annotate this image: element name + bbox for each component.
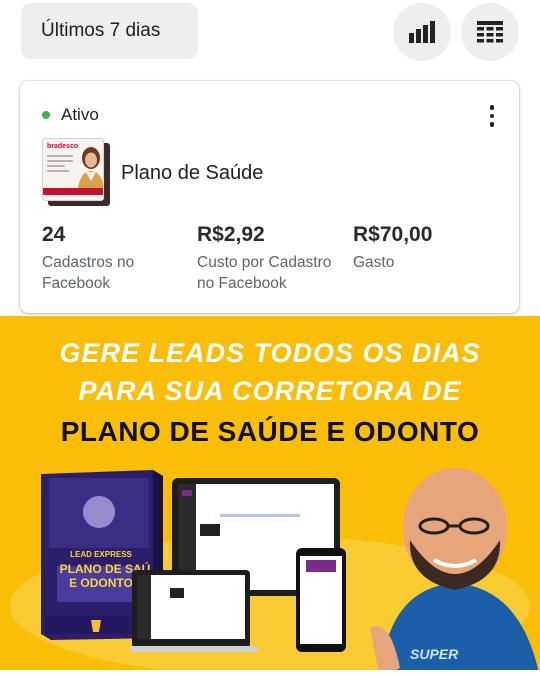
- status-dot: [42, 111, 50, 119]
- metric-label: Gasto: [353, 254, 395, 271]
- headline-line-1: GERE LEADS TODOS OS DIAS: [59, 338, 481, 368]
- metric-leads: 24 Cadastros no Facebook: [42, 222, 192, 294]
- table-icon: [477, 21, 503, 43]
- metric-spend: R$70,00 Gasto: [353, 222, 503, 273]
- metric-value: 24: [42, 223, 66, 246]
- more-options-button[interactable]: [479, 101, 505, 131]
- more-vertical-icon: [489, 105, 495, 110]
- table-view-button[interactable]: [461, 3, 519, 61]
- shirt-text: SUPER: [410, 646, 459, 662]
- chart-view-button[interactable]: [393, 3, 451, 61]
- promo-banner[interactable]: GERE LEADS TODOS OS DIAS PARA SUA CORRET…: [0, 316, 540, 675]
- metric-cost-per-lead: R$2,92 Custo por Cadastro no Facebook: [197, 222, 347, 294]
- metric-label: Cadastros no Facebook: [42, 254, 135, 292]
- ad-name[interactable]: Plano de Saúde: [121, 162, 263, 185]
- status-label: Ativo: [61, 105, 99, 124]
- date-range-button[interactable]: Últimos 7 dias: [21, 3, 198, 59]
- headline-line-3: PLANO DE SAÚDE E ODONTO: [60, 416, 480, 447]
- bottom-strip: [0, 670, 540, 675]
- metric-value: R$70,00: [353, 223, 433, 246]
- date-range-label: Últimos 7 dias: [41, 20, 161, 41]
- presenter-photo: [370, 468, 540, 675]
- ad-card[interactable]: Ativo bradesco Plano de Saúde 24 Cadastr…: [20, 81, 519, 313]
- metric-value: R$2,92: [197, 223, 265, 246]
- ad-thumbnail: bradesco: [42, 138, 110, 206]
- top-toolbar: Últimos 7 dias: [0, 0, 540, 70]
- metric-label: Custo por Cadastro no Facebook: [197, 254, 332, 292]
- status-badge: Ativo: [42, 105, 99, 125]
- headline-line-2: PARA SUA CORRETORA DE: [78, 376, 462, 406]
- bradesco-logo: bradesco: [47, 143, 79, 150]
- devices-mockup-image: [130, 478, 346, 652]
- bar-chart-icon: [409, 21, 435, 43]
